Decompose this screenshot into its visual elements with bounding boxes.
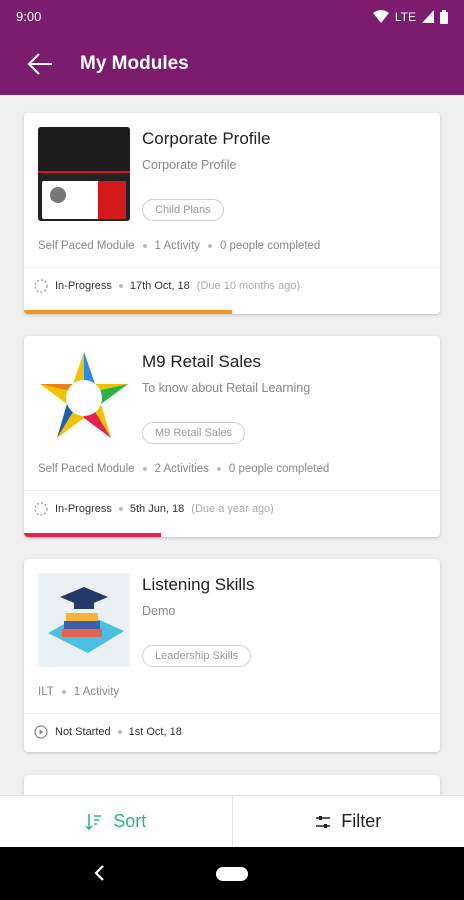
module-thumbnail [38, 127, 130, 221]
nav-home-button[interactable] [216, 866, 248, 881]
module-card[interactable]: Listening Skills Demo Leadership Skills … [24, 559, 440, 752]
module-type: Self Paced Module [38, 240, 135, 252]
module-completed: 0 people completed [219, 240, 321, 252]
status-icons: LTE [372, 9, 448, 24]
filter-icon [316, 815, 331, 828]
module-meta: Self Paced Module 2 Activities 0 people … [38, 463, 329, 475]
battery-icon [440, 9, 448, 24]
module-date: 17th Oct, 18 [129, 280, 190, 292]
status-bar: 9:00 LTE [0, 0, 464, 33]
signal-icon [422, 10, 434, 23]
sort-label: Sort [113, 811, 147, 831]
module-type: ILT [38, 686, 54, 698]
module-thumbnail [38, 573, 130, 667]
module-tag: M9 Retail Sales [142, 422, 246, 444]
app-bar: My Modules [0, 33, 464, 95]
module-activities: 1 Activity [154, 240, 200, 252]
module-subtitle: To know about Retail Learning [142, 381, 311, 395]
module-activities: 1 Activity [73, 686, 120, 698]
nav-back-icon[interactable] [92, 864, 106, 882]
module-meta: Self Paced Module 1 Activity 0 people co… [38, 240, 320, 252]
bottom-action-bar: Sort Filter [0, 795, 464, 847]
in-progress-icon [34, 502, 48, 516]
module-list[interactable]: Corporate Profile Corporate Profile Chil… [0, 95, 464, 795]
module-card[interactable] [24, 775, 440, 795]
system-nav-bar [0, 847, 464, 900]
module-status-row: In-Progress 5th Jun, 18 (Due a year ago) [34, 502, 274, 516]
module-thumbnail [38, 350, 130, 444]
progress-bar [24, 533, 162, 537]
module-type: Self Paced Module [38, 463, 135, 475]
module-activities: 2 Activities [154, 463, 209, 475]
module-status: In-Progress [55, 280, 112, 292]
module-subtitle: Demo [142, 604, 176, 618]
module-status: In-Progress [55, 503, 112, 515]
module-status: Not Started [55, 726, 111, 738]
status-time: 9:00 [16, 9, 42, 24]
module-status-row: Not Started 1st Oct, 18 [34, 725, 182, 739]
module-due: (Due a year ago) [191, 503, 274, 515]
module-meta: ILT 1 Activity [38, 686, 119, 698]
module-card[interactable]: Corporate Profile Corporate Profile Chil… [24, 113, 440, 314]
progress-bar [24, 310, 232, 314]
module-tag: Leadership Skills [142, 645, 252, 667]
filter-label: Filter [341, 811, 382, 831]
module-due: (Due 10 months ago) [196, 280, 301, 292]
module-card[interactable]: M9 Retail Sales To know about Retail Lea… [24, 336, 440, 537]
page-title: My Modules [80, 53, 189, 74]
arrow-back-icon [27, 53, 52, 75]
in-progress-icon [34, 279, 48, 293]
module-completed: 0 people completed [228, 463, 330, 475]
module-title: M9 Retail Sales [142, 352, 262, 371]
sort-button[interactable]: Sort [0, 796, 233, 847]
filter-button[interactable]: Filter [233, 796, 464, 847]
module-date: 5th Jun, 18 [129, 503, 185, 515]
module-title: Listening Skills [142, 575, 255, 594]
wifi-icon [372, 10, 389, 23]
back-button[interactable] [0, 33, 80, 95]
module-subtitle: Corporate Profile [142, 158, 237, 172]
play-circle-icon [34, 725, 48, 739]
module-status-row: In-Progress 17th Oct, 18 (Due 10 months … [34, 279, 300, 293]
module-date: 1st Oct, 18 [128, 726, 182, 738]
sort-icon [85, 813, 102, 830]
module-title: Corporate Profile [142, 129, 271, 148]
module-tag: Child Plans [142, 199, 224, 221]
network-label: LTE [394, 9, 416, 24]
